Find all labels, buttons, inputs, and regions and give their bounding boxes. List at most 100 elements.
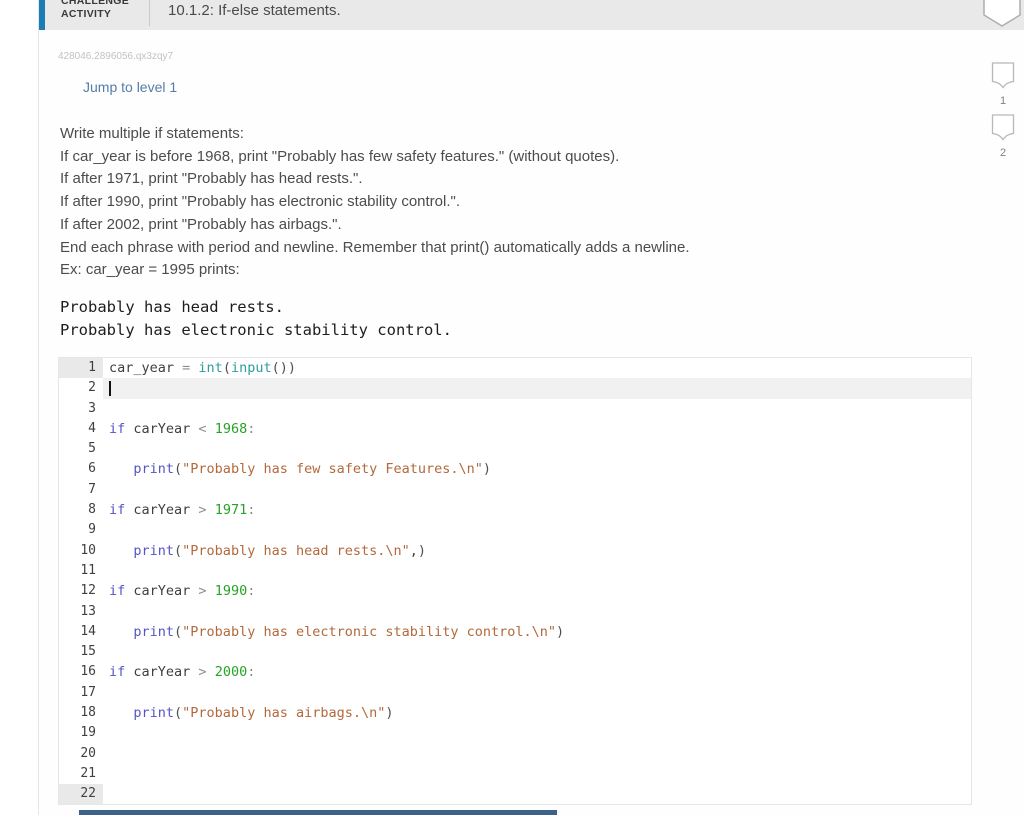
- jump-to-level-link[interactable]: Jump to level 1: [83, 79, 177, 95]
- code-line-content[interactable]: if carYear > 2000:: [103, 662, 971, 682]
- code-line-content[interactable]: car_year = int(input()): [103, 358, 971, 378]
- activity-id: 428046.2896056.qx3zqy7: [58, 51, 174, 62]
- code-token: :: [247, 420, 256, 437]
- challenge-activity-panel: CHALLENGE ACTIVITY 10.1.2: If-else state…: [38, 0, 1024, 815]
- code-line-content[interactable]: [103, 439, 971, 459]
- code-token: if: [109, 583, 126, 600]
- problem-text-line: If after 2002, print "Probably has airba…: [60, 215, 342, 233]
- level-number: 1: [999, 95, 1007, 107]
- code-line[interactable]: 22: [59, 784, 971, 805]
- code-line[interactable]: 4 if carYear < 1968:: [59, 419, 971, 439]
- line-number: 6: [88, 461, 96, 477]
- line-number: 9: [88, 522, 96, 538]
- code-line[interactable]: 19: [59, 723, 971, 743]
- code-line[interactable]: 14 print("Probably has electronic stabil…: [59, 622, 971, 642]
- code-line-content[interactable]: [103, 399, 971, 419]
- code-line-content[interactable]: if carYear > 1971:: [103, 500, 971, 520]
- code-line-content[interactable]: if carYear > 1990:: [103, 581, 971, 601]
- line-number: 14: [80, 623, 96, 639]
- line-number: 16: [80, 664, 96, 680]
- code-line[interactable]: 18 print("Probably has airbags.\n"): [59, 703, 971, 723]
- code-token: car_year: [109, 360, 183, 376]
- code-line-content[interactable]: [103, 520, 971, 540]
- code-token: ): [385, 705, 394, 722]
- code-line[interactable]: 21: [59, 764, 971, 784]
- code-line-content[interactable]: [103, 764, 971, 784]
- code-line[interactable]: 6 print("Probably has few safety Feature…: [59, 459, 971, 479]
- level-banner-icon: [991, 62, 1015, 89]
- code-token: ): [417, 542, 427, 559]
- level-indicator: 2: [990, 114, 1016, 160]
- code-line[interactable]: 10 print("Probably has head rests.\n",): [59, 541, 971, 561]
- kicker-line-1: CHALLENGE: [61, 0, 130, 7]
- code-token: ()): [271, 360, 296, 376]
- code-token: print: [133, 623, 175, 640]
- problem-text-line: If after 1990, print "Probably has elect…: [60, 193, 461, 211]
- code-token: print: [133, 542, 175, 559]
- level-number: 2: [999, 147, 1007, 159]
- problem-text-line: Write multiple if statements:: [60, 125, 244, 142]
- line-number: 13: [80, 603, 96, 619]
- code-token: print: [133, 705, 175, 722]
- code-token: carYear: [125, 502, 199, 519]
- code-line[interactable]: 8 if carYear > 1971:: [59, 500, 971, 520]
- code-line[interactable]: 2: [59, 378, 971, 399]
- code-token: 1971: [214, 502, 248, 519]
- line-number: 5: [88, 441, 96, 457]
- code-line-content[interactable]: if carYear < 1968:: [103, 419, 971, 439]
- code-line[interactable]: 13: [59, 602, 971, 622]
- code-line[interactable]: 5: [59, 439, 971, 459]
- code-line[interactable]: 7: [59, 480, 971, 500]
- code-token: >: [198, 664, 207, 681]
- code-editor[interactable]: 1 car_year = int(input()) 2 3 4 if carYear < …: [58, 357, 972, 805]
- accent-bar: [39, 0, 45, 30]
- code-line[interactable]: 16 if carYear > 2000:: [59, 662, 971, 682]
- code-token: (: [174, 461, 183, 478]
- code-token: carYear: [125, 664, 199, 681]
- code-token: int: [198, 360, 223, 376]
- code-line[interactable]: 1 car_year = int(input()): [59, 358, 971, 379]
- code-line-content[interactable]: [103, 784, 971, 804]
- line-number: 17: [80, 684, 96, 700]
- code-line-content[interactable]: [103, 642, 971, 662]
- code-line-content[interactable]: [103, 602, 971, 622]
- line-number: 22: [59, 784, 103, 805]
- code-token: <: [198, 420, 207, 437]
- code-line[interactable]: 12 if carYear > 1990:: [59, 581, 971, 601]
- code-token: :: [247, 502, 256, 519]
- code-line[interactable]: 17: [59, 683, 971, 703]
- code-line-content[interactable]: [103, 480, 971, 500]
- code-line-content[interactable]: print("Probably has airbags.\n"): [103, 703, 971, 723]
- code-line[interactable]: 3: [59, 399, 971, 419]
- code-line[interactable]: 20: [59, 744, 971, 764]
- activity-kicker: CHALLENGE ACTIVITY: [61, 0, 129, 21]
- example-output-line: Probably has head rests.: [60, 298, 284, 316]
- code-line-content[interactable]: [103, 744, 971, 764]
- code-token: (: [174, 542, 183, 559]
- code-line-content[interactable]: [103, 683, 971, 703]
- code-token: "Probably has electronic stability contr…: [182, 623, 557, 640]
- code-line-content[interactable]: print("Probably has head rests.\n",): [103, 541, 971, 561]
- code-line-content[interactable]: [103, 378, 971, 399]
- line-number: 15: [80, 644, 96, 660]
- line-number: 12: [80, 583, 96, 599]
- code-token: "Probably has head rests.\n": [182, 542, 410, 559]
- code-line[interactable]: 11: [59, 561, 971, 581]
- line-number: 1: [59, 358, 103, 379]
- code-token: "Probably has airbags.\n": [182, 705, 386, 722]
- code-token: =: [182, 360, 199, 376]
- code-token: print: [133, 461, 175, 478]
- code-token: (: [174, 705, 183, 722]
- code-line-content[interactable]: [103, 561, 971, 581]
- line-number: 21: [80, 765, 96, 781]
- code-line[interactable]: 9: [59, 520, 971, 540]
- code-token: if: [109, 420, 126, 437]
- code-line-content[interactable]: print("Probably has few safety Features.…: [103, 459, 971, 479]
- code-line-content[interactable]: print("Probably has electronic stability…: [103, 622, 971, 642]
- problem-text-line: If car_year is before 1968, print "Proba…: [60, 147, 620, 165]
- code-line[interactable]: 15: [59, 642, 971, 662]
- code-token: >: [198, 502, 207, 519]
- code-line-content[interactable]: [103, 723, 971, 743]
